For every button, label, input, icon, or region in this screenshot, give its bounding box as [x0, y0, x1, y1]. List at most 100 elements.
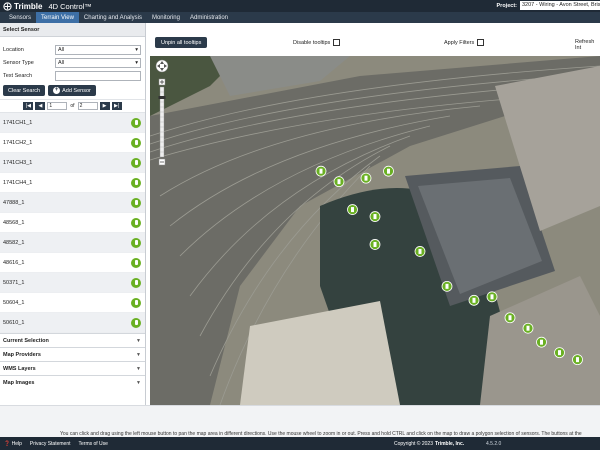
sensor-lock-icon[interactable]	[131, 317, 141, 328]
sensor-marker-icon[interactable]	[441, 280, 453, 292]
list-item[interactable]: 1741CH4_1	[0, 173, 145, 193]
disable-tooltips-checkbox[interactable]	[333, 39, 341, 46]
sensor-marker-icon[interactable]	[315, 165, 327, 177]
apply-filters-checkbox[interactable]	[477, 39, 485, 46]
add-sensor-button[interactable]: + Add Sensor	[48, 85, 96, 96]
sensor-marker-icon[interactable]	[383, 165, 394, 177]
copyright-text: Copyright © 2023	[394, 440, 433, 447]
nav-sensors[interactable]: Sensors	[4, 12, 36, 23]
clear-search-button[interactable]: Clear Search	[3, 85, 46, 96]
sensor-lock-icon[interactable]	[131, 117, 141, 128]
sensor-marker-icon[interactable]	[554, 347, 565, 359]
unpin-tooltips-button[interactable]: Unpin all tooltips	[155, 37, 208, 48]
pan-zoom-icon[interactable]	[155, 59, 169, 169]
list-item[interactable]: 47888_1	[0, 193, 145, 213]
privacy-link[interactable]: Privacy Statement	[30, 441, 71, 447]
add-sensor-label: Add Sensor	[62, 87, 91, 94]
first-page-button[interactable]: |◀	[23, 102, 34, 110]
section-label: Current Selection	[3, 337, 49, 344]
search-buttons: Clear Search + Add Sensor	[0, 82, 145, 99]
sensor-name: 1741CH3_1	[3, 159, 33, 166]
sensor-lock-icon[interactable]	[131, 217, 141, 228]
map-zoom-control[interactable]	[155, 59, 169, 171]
sensor-marker-icon[interactable]	[504, 312, 516, 324]
sensor-lock-icon[interactable]	[131, 137, 141, 148]
project-value[interactable]: 3207 - Wiring - Avon Street, Bristol	[520, 1, 600, 10]
sensor-marker-icon[interactable]	[360, 172, 372, 184]
sensor-name: 1741CH4_1	[3, 179, 33, 186]
list-item[interactable]: 48616_1	[0, 253, 145, 273]
select-sensor-header: Select Sensor	[0, 23, 145, 37]
sensor-name: 48616_1	[3, 259, 25, 266]
project-selector[interactable]: Project: 3207 - Wiring - Avon Street, Br…	[497, 1, 600, 10]
sensor-list: 1741CH1_1 1741CH2_1 1741CH3_1 1741CH4_1 …	[0, 113, 145, 333]
location-select[interactable]: All ▾	[55, 44, 141, 55]
section-current-selection[interactable]: Current Selection ▼	[0, 333, 145, 347]
sensor-marker-icon[interactable]	[468, 294, 480, 306]
sensor-marker-icon[interactable]	[522, 322, 534, 334]
sensor-type-select[interactable]: All ▾	[55, 57, 141, 68]
next-page-button[interactable]: ▶	[99, 102, 110, 110]
sensor-marker-icon[interactable]	[333, 176, 345, 188]
sensor-type-label: Sensor Type	[3, 59, 34, 66]
trimble-logo-icon	[3, 1, 12, 11]
satellite-map[interactable]	[150, 56, 600, 405]
location-filter-row: Location All ▾	[0, 43, 145, 56]
sensor-name: 47888_1	[3, 199, 25, 206]
map-panel: Unpin all tooltips Disable tooltips Appl…	[147, 23, 600, 405]
page-input[interactable]: 1	[47, 102, 68, 110]
disable-tooltips-label: Disable tooltips	[293, 39, 331, 46]
sensor-lock-icon[interactable]	[131, 177, 141, 188]
sensor-marker-icon[interactable]	[369, 211, 381, 222]
footer-links: ❓ Help Privacy Statement Terms of Use	[4, 441, 108, 447]
list-item[interactable]: 48582_1	[0, 233, 145, 253]
refresh-interval-option[interactable]: Refresh Int	[575, 39, 600, 51]
list-item[interactable]: 50610_1	[0, 313, 145, 333]
sensor-lock-icon[interactable]	[131, 237, 141, 248]
pager: |◀ ◀ 1 of 2 ▶ ▶|	[0, 99, 145, 113]
sensor-type-value: All	[58, 59, 65, 66]
sensor-marker-icon[interactable]	[369, 239, 381, 250]
text-search-label: Text Search	[3, 72, 33, 79]
sensor-marker-icon[interactable]	[347, 204, 358, 215]
section-wms-layers[interactable]: WMS Layers ▼	[0, 361, 145, 375]
section-map-images[interactable]: Map Images ▼	[0, 375, 145, 389]
list-item[interactable]: 50371_1	[0, 273, 145, 293]
main-nav: Sensors Terrain View Charting and Analys…	[0, 12, 600, 23]
section-map-providers[interactable]: Map Providers ▼	[0, 347, 145, 361]
sensor-lock-icon[interactable]	[131, 197, 141, 208]
terms-link[interactable]: Terms of Use	[79, 441, 108, 447]
nav-charting-analysis[interactable]: Charting and Analysis	[79, 12, 147, 23]
chevron-down-icon: ▼	[136, 337, 141, 344]
list-item[interactable]: 1741CH1_1	[0, 113, 145, 133]
footer: ❓ Help Privacy Statement Terms of Use Co…	[0, 437, 600, 450]
help-label: Help	[11, 440, 22, 447]
prev-page-button[interactable]: ◀	[35, 102, 46, 110]
sensor-marker-icon[interactable]	[572, 354, 583, 366]
last-page-button[interactable]: ▶|	[111, 102, 122, 110]
sensor-marker-icon[interactable]	[536, 336, 547, 348]
plus-icon: +	[53, 87, 61, 94]
sensor-lock-icon[interactable]	[131, 257, 141, 268]
text-search-input[interactable]	[55, 70, 141, 81]
nav-administration[interactable]: Administration	[185, 12, 233, 23]
apply-filters-option[interactable]: Apply Filters	[444, 39, 485, 46]
list-item[interactable]: 48568_1	[0, 213, 145, 233]
nav-terrain-view[interactable]: Terrain View	[36, 12, 79, 23]
chevron-down-icon: ▼	[136, 379, 141, 386]
map-canvas[interactable]	[150, 56, 600, 405]
disable-tooltips-option[interactable]: Disable tooltips	[293, 39, 341, 46]
sensor-lock-icon[interactable]	[131, 277, 141, 288]
help-link[interactable]: ❓ Help	[4, 441, 22, 447]
list-item[interactable]: 1741CH3_1	[0, 153, 145, 173]
list-item[interactable]: 50604_1	[0, 293, 145, 313]
sensor-lock-icon[interactable]	[131, 297, 141, 308]
list-item[interactable]: 1741CH2_1	[0, 133, 145, 153]
sensor-marker-icon[interactable]	[486, 291, 498, 303]
sensor-marker-icon[interactable]	[414, 246, 426, 257]
sensor-lock-icon[interactable]	[131, 157, 141, 168]
brand: Trimble 4D Control™	[0, 2, 92, 11]
chevron-down-icon: ▼	[136, 365, 141, 372]
page-total: 2	[77, 102, 98, 110]
nav-monitoring[interactable]: Monitoring	[147, 12, 185, 23]
